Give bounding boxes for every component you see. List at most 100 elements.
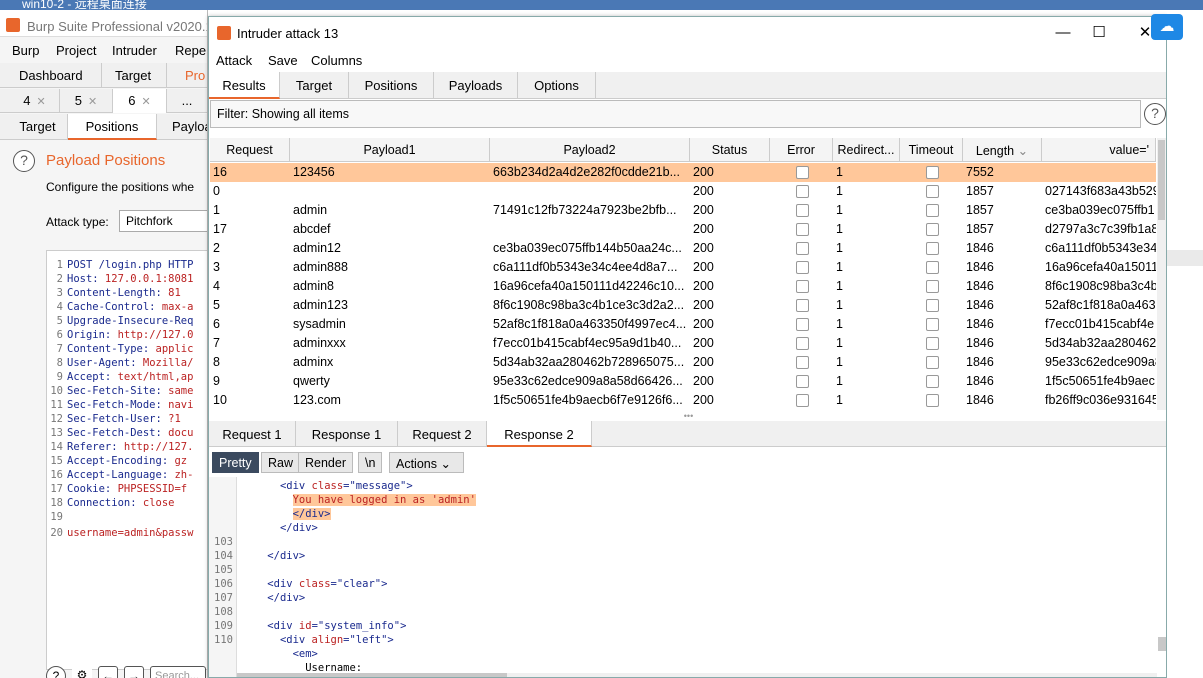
attack-type-select[interactable]: Pitchfork [119, 210, 207, 232]
desktop-band [1167, 250, 1203, 266]
column-header[interactable]: Request [210, 138, 290, 162]
intruder-tab-more[interactable]: ... [167, 89, 207, 113]
pretty-button[interactable]: Pretty [212, 452, 259, 473]
code-token: > [400, 620, 407, 632]
help-icon[interactable]: ? [13, 150, 35, 172]
render-button[interactable]: Render [298, 452, 353, 473]
header-value: applic [149, 343, 194, 355]
subtab-payloads[interactable]: Payloa [157, 114, 207, 140]
table-row[interactable]: 17 abcdef 200 1 1857 d2797a3c7c39fb1a8 [210, 220, 1156, 239]
table-row[interactable]: 5 admin123 8f6c1908c98ba3c4b1ce3c3d2a2... 2… [210, 296, 1156, 315]
menu-columns[interactable]: Columns [311, 53, 362, 68]
back-arrow-icon[interactable]: ← [98, 666, 118, 678]
table-row[interactable]: 4 admin8 16a96cefa40a150111d42246c10... 200… [210, 277, 1156, 296]
header-value: 81 [161, 287, 181, 299]
newline-toggle-button[interactable]: \n [358, 452, 383, 473]
tab-payloads[interactable]: Payloads [434, 72, 518, 99]
table-row[interactable]: 8 adminx 5d34ab32aa280462b728965075... 200 1… [210, 353, 1156, 372]
intruder-tab-5[interactable]: 5 ✕ [60, 89, 113, 113]
request-line: 13 Sec-Fetch-Dest: docu [47, 427, 207, 441]
table-row[interactable]: 9 qwerty 95e33c62edce909a8a58d66426... 200 1… [210, 372, 1156, 391]
response-vertical-scrollbar[interactable] [1158, 637, 1166, 651]
scrollbar-thumb[interactable] [1158, 140, 1165, 220]
column-header[interactable]: Payload1 [290, 138, 490, 162]
tab-response-1[interactable]: Response 1 [296, 421, 398, 447]
request-template-editor[interactable]: 1 POST /login.php HTTP 2 Host: 127.0.0.1:80… [46, 250, 207, 670]
table-row[interactable]: 10 123.com 1f5c50651fe4b9aecb6f7e9126f6...… [210, 391, 1156, 410]
actions-button[interactable]: Actions ⌄ [389, 452, 464, 473]
column-header[interactable]: Payload2 [490, 138, 690, 162]
menu-project[interactable]: Project [56, 43, 96, 58]
subtab-positions[interactable]: Positions [68, 114, 157, 140]
table-row[interactable]: 16 123456 663b234d2a4d2e282f0cdde21b... 200… [210, 163, 1156, 182]
intruder-tab-4[interactable]: 4 ✕ [10, 89, 60, 113]
tab-response-2[interactable]: Response 2 [487, 421, 592, 447]
remote-desktop-titlebar: win10-2 - 远程桌面连接 [0, 0, 1203, 10]
cloud-sync-icon[interactable]: ☁ [1151, 14, 1183, 40]
header-value: gz [168, 455, 188, 467]
code-content: You have logged in as 'admin' [242, 494, 476, 506]
table-row[interactable]: 2 admin12 ce3ba039ec075ffb144b50aa24c... 20… [210, 239, 1156, 258]
response-body-view[interactable]: <div class="message"> You have logged in… [209, 477, 1166, 677]
cell-value: 1f5c50651fe4b9aec [1045, 374, 1155, 388]
cell-p2 [490, 220, 690, 239]
menu-burp[interactable]: Burp [12, 43, 39, 58]
column-header[interactable]: value=' [1042, 138, 1156, 162]
gear-icon[interactable]: ⚙ [72, 666, 92, 678]
help-icon[interactable]: ? [46, 666, 66, 678]
tab-results[interactable]: Results [209, 72, 280, 99]
tab-target[interactable]: Target [280, 72, 349, 99]
column-header[interactable]: Timeout [900, 138, 963, 162]
tab-proxy[interactable]: Pro [167, 63, 207, 88]
tab-options[interactable]: Options [518, 72, 596, 99]
results-scrollbar[interactable] [1157, 138, 1166, 410]
burp-menubar: Burp Project Intruder Repe [0, 38, 207, 62]
code-token: <div [279, 480, 312, 492]
column-header-label: Status [711, 143, 748, 157]
tab-positions[interactable]: Positions [349, 72, 434, 99]
menu-intruder[interactable]: Intruder [112, 43, 157, 58]
error-checkbox [795, 242, 809, 255]
minimize-icon[interactable]: — [1051, 23, 1075, 43]
menu-attack[interactable]: Attack [216, 53, 252, 68]
help-icon[interactable]: ? [1144, 103, 1166, 125]
table-row[interactable]: 1 admin 71491c12fb73224a7923be2bfb... 200 1 1… [210, 201, 1156, 220]
table-row[interactable]: 0 200 1 1857 027143f683a43b529 [210, 182, 1156, 201]
cell-status: 200 [693, 203, 714, 217]
header-key: Cookie: [67, 483, 112, 495]
scrollbar-thumb[interactable] [237, 673, 507, 677]
column-header[interactable]: Redirect... [833, 138, 900, 162]
cell-value: ce3ba039ec075ffb1 [1045, 203, 1155, 217]
search-input[interactable]: Search... [150, 666, 206, 678]
close-icon[interactable]: ✕ [88, 96, 97, 108]
response-horizontal-scrollbar[interactable] [237, 673, 1157, 677]
editor-bottom-toolbar: ? ⚙ ← → Search... [46, 666, 207, 678]
request-line: 2 Host: 127.0.0.1:8081 [47, 273, 207, 287]
header-key: Sec-Fetch-Dest: [67, 427, 162, 439]
tab-dashboard[interactable]: Dashboard [10, 63, 102, 88]
tab-request-2[interactable]: Request 2 [398, 421, 487, 447]
intruder-tab-label: 5 [74, 93, 82, 108]
forward-arrow-icon[interactable]: → [124, 666, 144, 678]
tab-target[interactable]: Target [102, 63, 167, 88]
table-row[interactable]: 7 adminxxx f7ecc01b415cabf4ec95a9d1b40... 2… [210, 334, 1156, 353]
pane-splitter[interactable]: ••• [209, 412, 1166, 421]
menu-save[interactable]: Save [268, 53, 298, 68]
column-header[interactable]: Status [690, 138, 770, 162]
results-filter-bar[interactable]: Filter: Showing all items [210, 100, 1141, 128]
cell-p1: admin12 [293, 241, 341, 255]
cell-length: 1846 [966, 260, 994, 274]
table-row[interactable]: 6 sysadmin 52af8c1f818a0a463350f4997ec4...… [210, 315, 1156, 334]
close-icon[interactable]: ✕ [142, 96, 151, 108]
tab-request-1[interactable]: Request 1 [209, 421, 296, 447]
column-header[interactable]: Length ⌄ [963, 138, 1042, 162]
intruder-tab-6[interactable]: 6 ✕ [113, 89, 167, 113]
column-header[interactable]: Error [770, 138, 833, 162]
table-row[interactable]: 3 admin888 c6a111df0b5343e34c4ee4d8a7... 20… [210, 258, 1156, 277]
maximize-icon[interactable]: ☐ [1087, 23, 1111, 43]
close-icon[interactable]: ✕ [37, 96, 46, 108]
menu-repeater[interactable]: Repe [175, 43, 206, 58]
subtab-target[interactable]: Target [8, 114, 68, 140]
raw-button[interactable]: Raw [261, 452, 301, 473]
